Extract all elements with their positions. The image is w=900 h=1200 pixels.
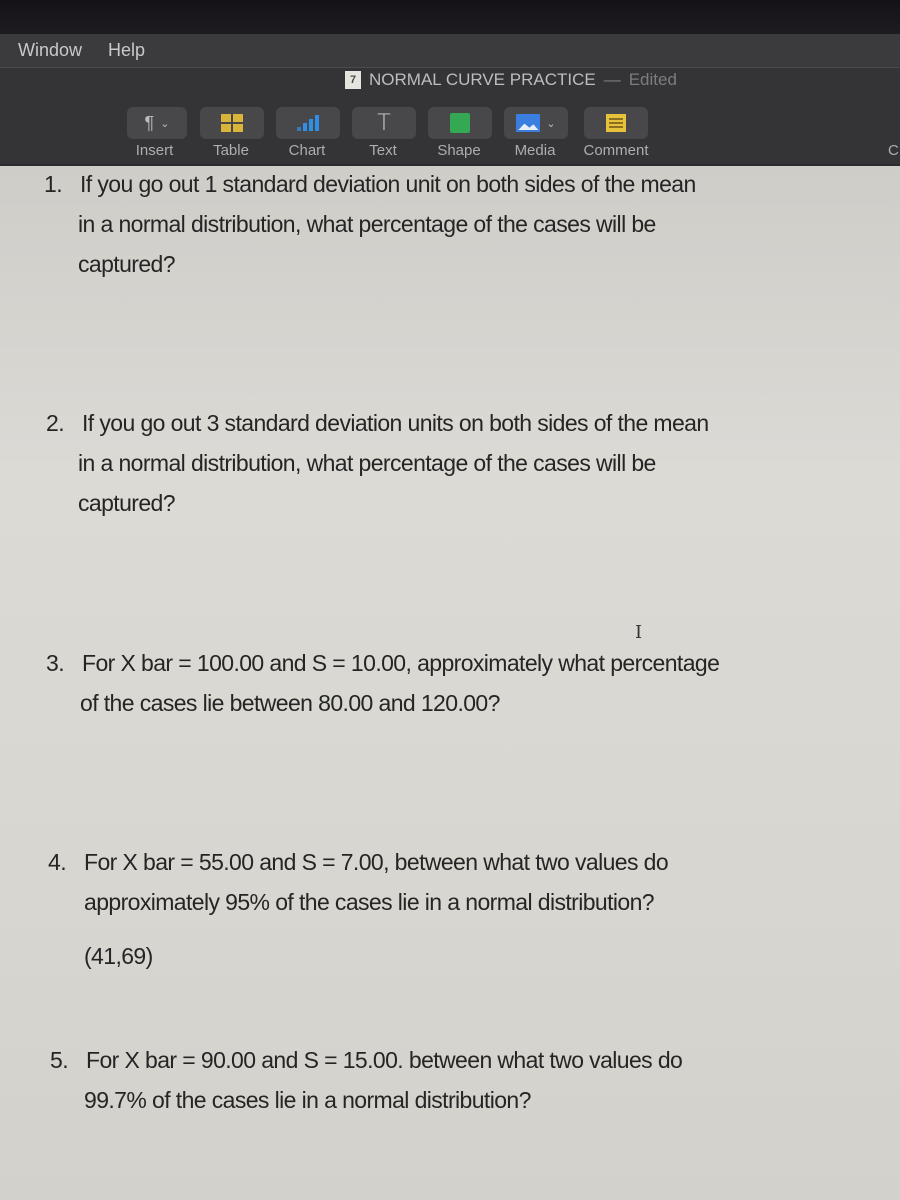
chart-button[interactable] [276, 107, 340, 139]
question-number: 1. [44, 171, 63, 197]
screen-bezel [0, 0, 900, 34]
shape-button[interactable] [428, 107, 492, 139]
menu-help[interactable]: Help [108, 40, 145, 61]
insert-button[interactable]: ¶ ⌄ [127, 107, 187, 139]
pilcrow-icon: ¶ [144, 112, 155, 133]
question-text-line: For X bar = 90.00 and S = 15.00. between… [86, 1047, 683, 1073]
question-text-line: If you go out 1 standard deviation unit … [80, 171, 696, 197]
chevron-down-icon: ⌄ [546, 117, 556, 130]
chart-label: Chart [288, 142, 326, 159]
question-text-line: of the cases lie between 80.00 and 120.0… [80, 690, 500, 716]
document-icon: 7 [345, 71, 361, 89]
table-button[interactable] [200, 107, 264, 139]
question-number: 2. [46, 410, 65, 436]
menu-bar: Window Help [0, 34, 900, 68]
question-1[interactable]: 1. If you go out 1 standard deviation uni… [44, 164, 696, 284]
table-label: Table [213, 142, 249, 159]
question-text-line: captured? [78, 490, 176, 516]
media-icon [516, 114, 541, 132]
question-2[interactable]: 2. If you go out 3 standard deviation uni… [46, 403, 709, 523]
question-text-line: in a normal distribution, what percentag… [78, 450, 656, 476]
text-button[interactable]: T [352, 107, 416, 139]
chevron-down-icon: ⌄ [160, 117, 170, 130]
question-3[interactable]: 3. For X bar = 100.00 and S = 10.00, appr… [46, 643, 720, 723]
question-text-line: in a normal distribution, what percentag… [78, 211, 656, 237]
text-cursor-icon: I [635, 622, 643, 643]
question-text-line: For X bar = 100.00 and S = 10.00, approx… [82, 650, 720, 676]
question-text-line: approximately 95% of the cases lie in a … [84, 889, 655, 915]
shape-icon [450, 113, 470, 133]
question-text-line: If you go out 3 standard deviation units… [82, 410, 709, 436]
comment-icon [606, 114, 626, 132]
comment-button[interactable] [584, 107, 648, 139]
media-button[interactable]: ⌄ [504, 107, 568, 139]
question-5[interactable]: 5. For X bar = 90.00 and S = 15.00. betwe… [50, 1040, 683, 1120]
chart-icon [297, 115, 319, 131]
question-4[interactable]: 4. For X bar = 55.00 and S = 7.00, betwee… [48, 842, 669, 922]
insert-label: Insert [135, 142, 174, 159]
comment-label: Comment [583, 142, 649, 159]
media-label: Media [514, 142, 556, 159]
question-text-line: For X bar = 55.00 and S = 7.00, between … [84, 849, 669, 875]
menu-window[interactable]: Window [18, 40, 82, 61]
question-number: 3. [46, 650, 65, 676]
question-number: 5. [50, 1047, 69, 1073]
window-title: 7 NORMAL CURVE PRACTICE — Edited [345, 70, 677, 90]
shape-label: Shape [437, 142, 481, 159]
table-icon [221, 114, 243, 132]
question-number: 4. [48, 849, 67, 875]
question-text-line: captured? [78, 251, 176, 277]
title-separator: — [603, 70, 621, 89]
text-label: Text [369, 142, 397, 159]
text-icon: T [377, 110, 391, 136]
edited-status: Edited [628, 70, 677, 89]
answer-4[interactable]: (41,69) [84, 943, 153, 970]
question-text-line: 99.7% of the cases lie in a normal distr… [84, 1087, 531, 1113]
collaborate-label-partial[interactable]: C [888, 142, 899, 159]
document-title[interactable]: NORMAL CURVE PRACTICE [369, 70, 596, 90]
